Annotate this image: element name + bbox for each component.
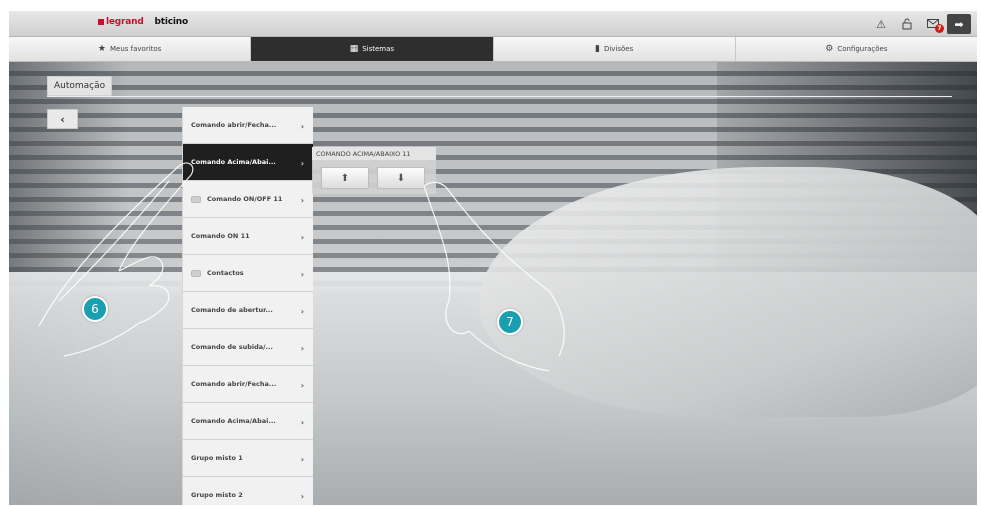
tab-label: Configurações [837, 45, 888, 53]
systems-icon: ▦ [349, 44, 359, 54]
list-item-label: Comando abrir/Fecha... [191, 380, 277, 388]
chevron-right-icon: › [300, 381, 304, 390]
chevron-right-icon: › [300, 418, 304, 427]
logout-icon[interactable]: ➡ [947, 14, 971, 34]
list-item[interactable]: Grupo misto 1 › [183, 440, 313, 477]
list-item-label: Comando abrir/Fecha... [191, 121, 277, 129]
tab-label: Sistemas [362, 45, 395, 53]
list-item[interactable]: Comando abrir/Fecha... › [183, 107, 313, 144]
list-item[interactable]: Comando ON/OFF 11 › [183, 181, 313, 218]
chevron-right-icon: › [300, 270, 304, 279]
list-item[interactable]: Comando abrir/Fecha... › [183, 366, 313, 403]
tab-label: Divisões [603, 45, 634, 53]
hand-pointer-icon [38, 162, 194, 357]
main-nav: ★ Meus favoritos ▦ Sistemas ▮ Divisões ⚙… [9, 37, 977, 62]
chevron-right-icon: › [300, 196, 304, 205]
list-item-label: Comando de subida/... [191, 343, 273, 351]
tab-divisoes[interactable]: ▮ Divisões [494, 37, 736, 61]
hand-pointer-icon [423, 181, 565, 372]
app-frame: legrand bticino ⚠ 7 ➡ ★ Meus favoritos ▦… [9, 11, 977, 505]
list-item-label: Grupo misto 2 [191, 491, 243, 499]
tab-sistemas[interactable]: ▦ Sistemas [251, 37, 494, 61]
legrand-logo: legrand [106, 17, 144, 27]
topbar-icons: ⚠ 7 ➡ [869, 14, 971, 34]
list-item[interactable]: Comando de subida/... › [183, 329, 313, 366]
back-button[interactable]: ‹ [47, 109, 78, 129]
list-item[interactable]: Contactos › [183, 255, 313, 292]
up-button[interactable]: ⬆ [321, 167, 369, 189]
warning-icon[interactable]: ⚠ [869, 14, 893, 34]
page-title: Automação [47, 76, 113, 96]
list-item-label: Comando Acima/Abai... [191, 417, 276, 425]
notification-badge: 7 [935, 24, 944, 33]
device-list: Comando abrir/Fecha... › Comando Acima/Ab… [182, 107, 313, 505]
lock-icon[interactable] [895, 14, 919, 34]
chevron-right-icon: › [300, 233, 304, 242]
mail-icon[interactable]: 7 [921, 14, 945, 34]
tab-configuracoes[interactable]: ⚙ Configurações [736, 37, 977, 61]
tab-label: Meus favoritos [109, 45, 162, 53]
chevron-right-icon: › [300, 455, 304, 464]
tab-meus-favoritos[interactable]: ★ Meus favoritos [9, 37, 252, 61]
chevron-right-icon: › [300, 344, 304, 353]
list-item[interactable]: Comando Acima/Abai... › [183, 403, 313, 440]
list-item-label: Comando ON 11 [191, 232, 250, 240]
gear-icon: ⚙ [825, 44, 834, 54]
list-item-label: Comando de abertur... [191, 306, 273, 314]
list-item[interactable]: Comando de abertur... › [183, 292, 313, 329]
list-item-label: Comando Acima/Abai... [191, 158, 276, 166]
list-item-label: Comando ON/OFF 11 [207, 195, 283, 203]
room-icon: ▮ [594, 44, 600, 54]
brand-logo: legrand bticino [98, 17, 188, 28]
list-item[interactable]: Comando Acima/Abai... › [183, 144, 313, 181]
list-item[interactable]: Grupo misto 2 › [183, 477, 313, 505]
list-item[interactable]: Comando ON 11 › [183, 218, 313, 255]
chevron-right-icon: › [300, 492, 304, 501]
star-icon: ★ [97, 44, 106, 54]
callout-7: 7 [497, 309, 523, 335]
list-item-label: Contactos [207, 269, 244, 277]
chevron-right-icon: › [300, 159, 304, 168]
top-bar: legrand bticino ⚠ 7 ➡ [9, 11, 977, 37]
chevron-right-icon: › [300, 122, 304, 131]
list-item-label: Grupo misto 1 [191, 454, 243, 462]
bticino-logo: bticino [154, 17, 189, 27]
legrand-mark [98, 19, 104, 25]
chevron-right-icon: › [300, 307, 304, 316]
detail-title: COMANDO ACIMA/ABAIXO 11 [312, 147, 436, 160]
title-divider [47, 96, 952, 97]
callout-6: 6 [82, 296, 108, 322]
